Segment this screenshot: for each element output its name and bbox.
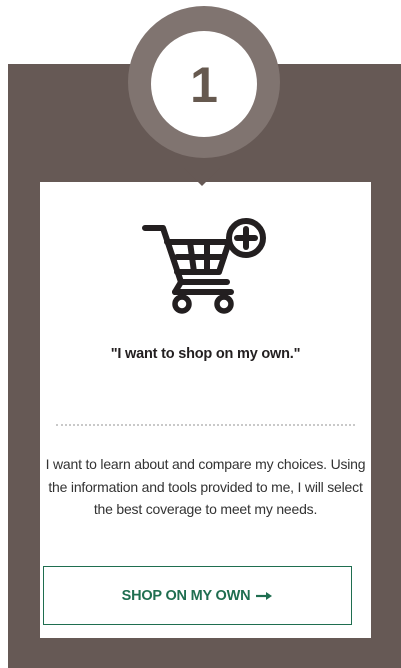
shop-button-label: SHOP ON MY OWN (121, 587, 251, 604)
step-number: 1 (190, 57, 218, 113)
arrow-right-icon (256, 591, 273, 600)
option-quote: "I want to shop on my own." (110, 346, 301, 362)
step-badge-inner: 1 (151, 31, 257, 137)
shop-on-my-own-button[interactable]: SHOP ON MY OWN (43, 566, 352, 625)
shop-option-card: "I want to shop on my own." I want to le… (40, 182, 371, 638)
option-card-container: 1 "I want to shop on my own." I want to … (0, 0, 401, 668)
cart-plus-icon (142, 218, 266, 314)
card-pointer (184, 168, 220, 186)
option-description: I want to learn about and compare my cho… (45, 456, 366, 517)
dotted-divider (56, 424, 355, 426)
